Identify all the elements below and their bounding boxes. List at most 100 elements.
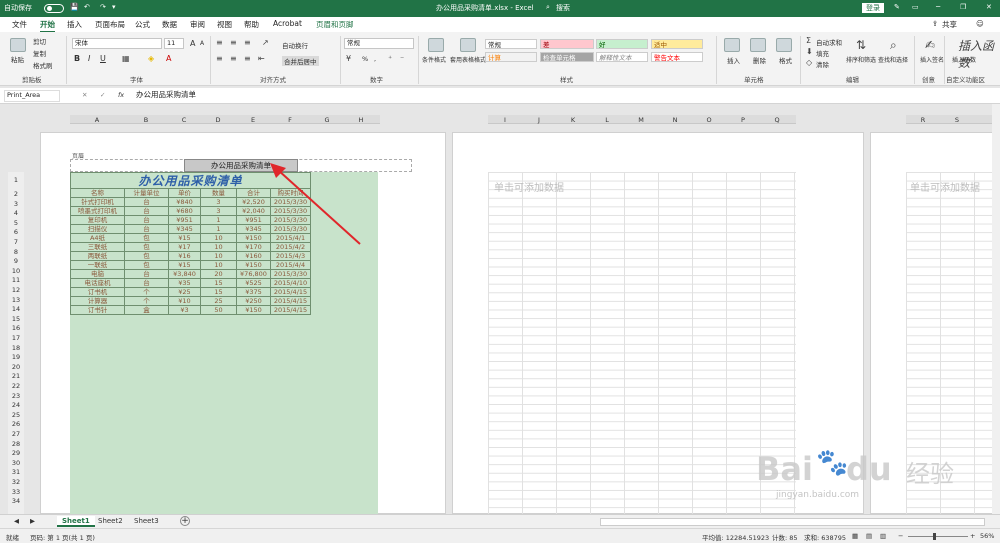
page-layout-view-icon[interactable]: ▤ [866, 532, 872, 540]
tab-help[interactable]: 帮助 [244, 19, 259, 30]
row-number[interactable]: 34 [8, 497, 24, 505]
row-number[interactable]: 9 [8, 257, 24, 265]
cell-unit[interactable]: 包 [124, 242, 169, 252]
font-color-icon[interactable]: A [166, 54, 171, 63]
cell-total[interactable]: ¥150 [236, 305, 271, 315]
col-header-price[interactable]: 单价 [168, 188, 201, 198]
cell-name[interactable]: 针式打印机 [70, 197, 125, 207]
tab-insert[interactable]: 插入 [67, 19, 82, 30]
cell-qty[interactable]: 50 [200, 305, 237, 315]
row-number[interactable]: 3 [8, 200, 24, 208]
cell-price[interactable]: ¥951 [168, 215, 201, 225]
cell-qty[interactable]: 10 [200, 260, 237, 270]
signature-icon[interactable]: ✍ [925, 38, 935, 52]
sheet-tab-1[interactable]: Sheet1 [57, 516, 95, 527]
cell-total[interactable]: ¥250 [236, 296, 271, 306]
cell-price[interactable]: ¥840 [168, 197, 201, 207]
cell-unit[interactable]: 台 [124, 278, 169, 288]
row-number[interactable]: 13 [8, 296, 24, 304]
cell-qty[interactable]: 1 [200, 224, 237, 234]
tab-acrobat[interactable]: Acrobat [273, 19, 302, 28]
cell-total[interactable]: ¥150 [236, 260, 271, 270]
sort-filter-icon[interactable]: ⇅ [856, 38, 866, 52]
cell-qty[interactable]: 10 [200, 251, 237, 261]
redo-icon[interactable]: ↷ [100, 3, 106, 11]
cell-date[interactable]: 2015/4/3 [269, 251, 312, 261]
cell-date[interactable]: 2015/4/15 [269, 305, 312, 315]
cell-price[interactable]: ¥16 [168, 251, 201, 261]
share-button[interactable]: 共享 [942, 19, 957, 30]
find-select-button[interactable]: 查找和选择 [878, 55, 908, 64]
row-number[interactable]: 10 [8, 267, 24, 275]
tab-review[interactable]: 审阅 [190, 19, 205, 30]
clear-button[interactable]: 清除 [816, 59, 829, 69]
row-number[interactable]: 8 [8, 248, 24, 256]
cell-unit[interactable]: 台 [124, 215, 169, 225]
decrease-decimal-icon[interactable]: ⁻ [400, 54, 404, 63]
zoom-in-icon[interactable]: + [970, 532, 975, 540]
cell-unit[interactable]: 台 [124, 206, 169, 216]
style-calculation[interactable]: 计算 [485, 52, 537, 62]
delete-cells-button[interactable]: 删除 [753, 55, 766, 65]
cell-qty[interactable]: 3 [200, 206, 237, 216]
insert-cells-icon[interactable] [724, 38, 740, 52]
scroll-tabs-left-icon[interactable]: ◀ [14, 517, 19, 525]
find-select-icon[interactable]: ⌕ [890, 38, 897, 53]
function-icon[interactable]: 插入函数 [958, 37, 1000, 71]
cell-name[interactable]: 电话座机 [70, 278, 125, 288]
paste-button[interactable]: 粘贴 [11, 54, 24, 64]
fx-icon[interactable]: fx [118, 91, 124, 99]
minimize-icon[interactable]: ─ [936, 3, 940, 11]
col-header-qty[interactable]: 数量 [200, 188, 237, 198]
restore-icon[interactable]: ❐ [960, 3, 966, 11]
fill-button[interactable]: 填充 [816, 48, 829, 58]
insert-function-button[interactable]: 插入函数 [952, 55, 976, 64]
cell-qty[interactable]: 3 [200, 197, 237, 207]
comma-button[interactable]: , [374, 55, 376, 63]
vertical-scrollbar[interactable] [992, 104, 1000, 514]
formula-input[interactable]: 办公用品采购清单 [134, 90, 992, 102]
cell-name[interactable]: 扫描仪 [70, 224, 125, 234]
col-header-unit[interactable]: 计量单位 [124, 188, 169, 198]
style-good[interactable]: 好 [596, 39, 648, 49]
name-box[interactable]: Print_Area [4, 90, 60, 102]
align-center-icon[interactable]: ≡ [230, 54, 237, 63]
tab-home[interactable]: 开始 [40, 19, 55, 33]
page-3-placeholder[interactable]: 单击可添加数据 [910, 179, 980, 194]
row-number[interactable]: 30 [8, 459, 24, 467]
normal-view-icon[interactable]: ▦ [852, 532, 858, 540]
cell-unit[interactable]: 个 [124, 296, 169, 306]
currency-icon[interactable]: ¥ [346, 54, 351, 63]
row-number[interactable]: 17 [8, 334, 24, 342]
search-label[interactable]: 搜索 [556, 3, 570, 13]
row-number[interactable]: 23 [8, 392, 24, 400]
close-icon[interactable]: ✕ [986, 3, 992, 11]
row-number[interactable]: 21 [8, 372, 24, 380]
cell-price[interactable]: ¥3,840 [168, 269, 201, 279]
cell-total[interactable]: ¥375 [236, 287, 271, 297]
customize-toolbar-icon[interactable]: ▾ [112, 3, 116, 11]
percent-button[interactable]: % [362, 55, 368, 63]
row-number[interactable]: 1 [8, 176, 24, 184]
cancel-icon[interactable]: ✕ [82, 91, 87, 99]
cell-price[interactable]: ¥10 [168, 296, 201, 306]
shrink-font-button[interactable]: A [200, 40, 204, 47]
row-number[interactable]: 32 [8, 478, 24, 486]
row-number[interactable]: 7 [8, 238, 24, 246]
style-normal[interactable]: 常规 [485, 39, 537, 49]
conditional-format-icon[interactable] [428, 38, 444, 52]
cell-price[interactable]: ¥680 [168, 206, 201, 216]
tab-header-footer[interactable]: 页眉和页脚 [316, 19, 354, 30]
cell-date[interactable]: 2015/4/4 [269, 260, 312, 270]
row-number[interactable]: 31 [8, 468, 24, 476]
border-icon[interactable]: ▦ [122, 54, 130, 63]
cell-unit[interactable]: 台 [124, 269, 169, 279]
row-number[interactable]: 15 [8, 315, 24, 323]
tab-view[interactable]: 视图 [217, 19, 232, 30]
format-painter-button[interactable]: 格式刷 [33, 60, 53, 70]
cell-price[interactable]: ¥35 [168, 278, 201, 288]
style-explanatory[interactable]: 解释性文本 [596, 52, 648, 62]
row-number[interactable]: 6 [8, 228, 24, 236]
number-format-select[interactable]: 常规 [344, 38, 414, 49]
save-icon[interactable]: 💾 [70, 3, 79, 11]
